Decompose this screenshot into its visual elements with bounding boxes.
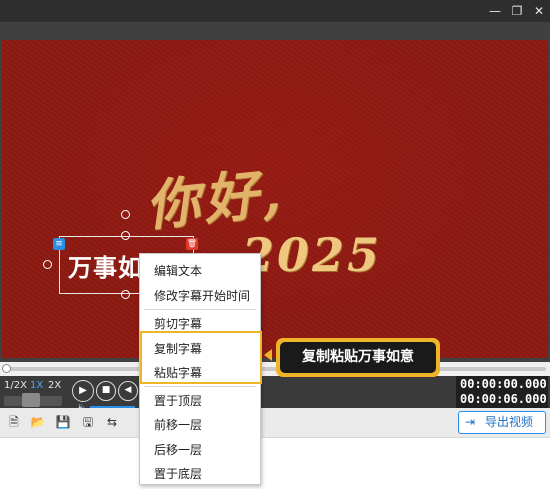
menu-send-to-back[interactable]: 置于底层 <box>154 465 202 482</box>
resize-handle-top[interactable] <box>121 231 130 240</box>
menu-bring-forward[interactable]: 前移一层 <box>154 416 202 433</box>
copy-paste-highlight <box>140 331 262 384</box>
bottom-toolbar: 🗎 📂 💾 🖫 ⇆ ⇥ 导出视频 <box>0 408 550 438</box>
speed-double[interactable]: 2X <box>48 380 61 391</box>
menu-edit-text[interactable]: 编辑文本 <box>154 262 202 279</box>
callout-tip: 复制粘贴万事如意 <box>276 338 440 377</box>
blank-area <box>0 438 550 489</box>
total-time: 00:00:06.000 <box>460 392 547 406</box>
playback-controls: 1/2X 1X 2X ▶ ■ ◀ 🔈 00:00:00.000 00:00:06… <box>0 376 550 411</box>
close-icon[interactable]: ✕ <box>530 2 548 20</box>
current-time: 00:00:00.000 <box>460 377 547 391</box>
export-video-button[interactable]: ⇥ 导出视频 <box>458 411 546 434</box>
share-icon[interactable]: ⇆ <box>104 414 120 430</box>
resize-handle-left[interactable] <box>43 260 52 269</box>
save-as-icon[interactable]: 🖫 <box>80 414 96 430</box>
speed-slider-thumb[interactable] <box>22 393 40 407</box>
video-preview: 你好, 2025 万事如意 ≡ 🗑 <box>0 22 550 362</box>
menu-divider <box>144 386 256 387</box>
play-icon[interactable]: ▶ <box>72 380 94 402</box>
speed-half[interactable]: 1/2X <box>4 380 27 391</box>
time-display: 00:00:00.000 00:00:06.000 <box>456 376 548 408</box>
title-bar: — ❐ ✕ <box>0 0 550 22</box>
callout-text: 复制粘贴万事如意 <box>280 342 436 373</box>
previous-frame-icon[interactable]: ◀ <box>118 381 138 401</box>
edit-text-icon[interactable]: ≡ <box>53 238 65 250</box>
export-icon: ⇥ <box>465 415 476 429</box>
delete-icon[interactable]: 🗑 <box>186 238 198 250</box>
resize-handle-bottom[interactable] <box>121 290 130 299</box>
export-video-label: 导出视频 <box>485 415 534 429</box>
greeting-line-2: 2025 <box>242 228 383 282</box>
video-editor-window: — ❐ ✕ 你好, 2025 万事如意 ≡ 🗑 1/2X 1X 2X ▶ ■ ◀… <box>0 0 550 489</box>
menu-send-backward[interactable]: 后移一层 <box>154 441 202 458</box>
minimize-icon[interactable]: — <box>486 2 504 20</box>
menu-cut-subtitle[interactable]: 剪切字幕 <box>154 315 202 332</box>
save-icon[interactable]: 💾 <box>55 414 71 430</box>
speed-normal[interactable]: 1X <box>30 380 43 391</box>
stop-icon[interactable]: ■ <box>96 381 116 401</box>
rotate-handle[interactable] <box>121 210 130 219</box>
menu-divider <box>144 309 256 310</box>
menu-bring-to-front[interactable]: 置于顶层 <box>154 392 202 409</box>
new-file-icon[interactable]: 🗎 <box>6 414 22 430</box>
timeline-progress[interactable] <box>0 362 550 376</box>
open-folder-icon[interactable]: 📂 <box>30 414 46 430</box>
restore-icon[interactable]: ❐ <box>508 2 526 20</box>
video-canvas[interactable]: 你好, 2025 万事如意 ≡ 🗑 <box>2 40 548 358</box>
menu-change-start-time[interactable]: 修改字幕开始时间 <box>154 287 250 304</box>
timeline-marker-icon[interactable] <box>264 349 272 361</box>
progress-knob[interactable] <box>2 364 11 373</box>
